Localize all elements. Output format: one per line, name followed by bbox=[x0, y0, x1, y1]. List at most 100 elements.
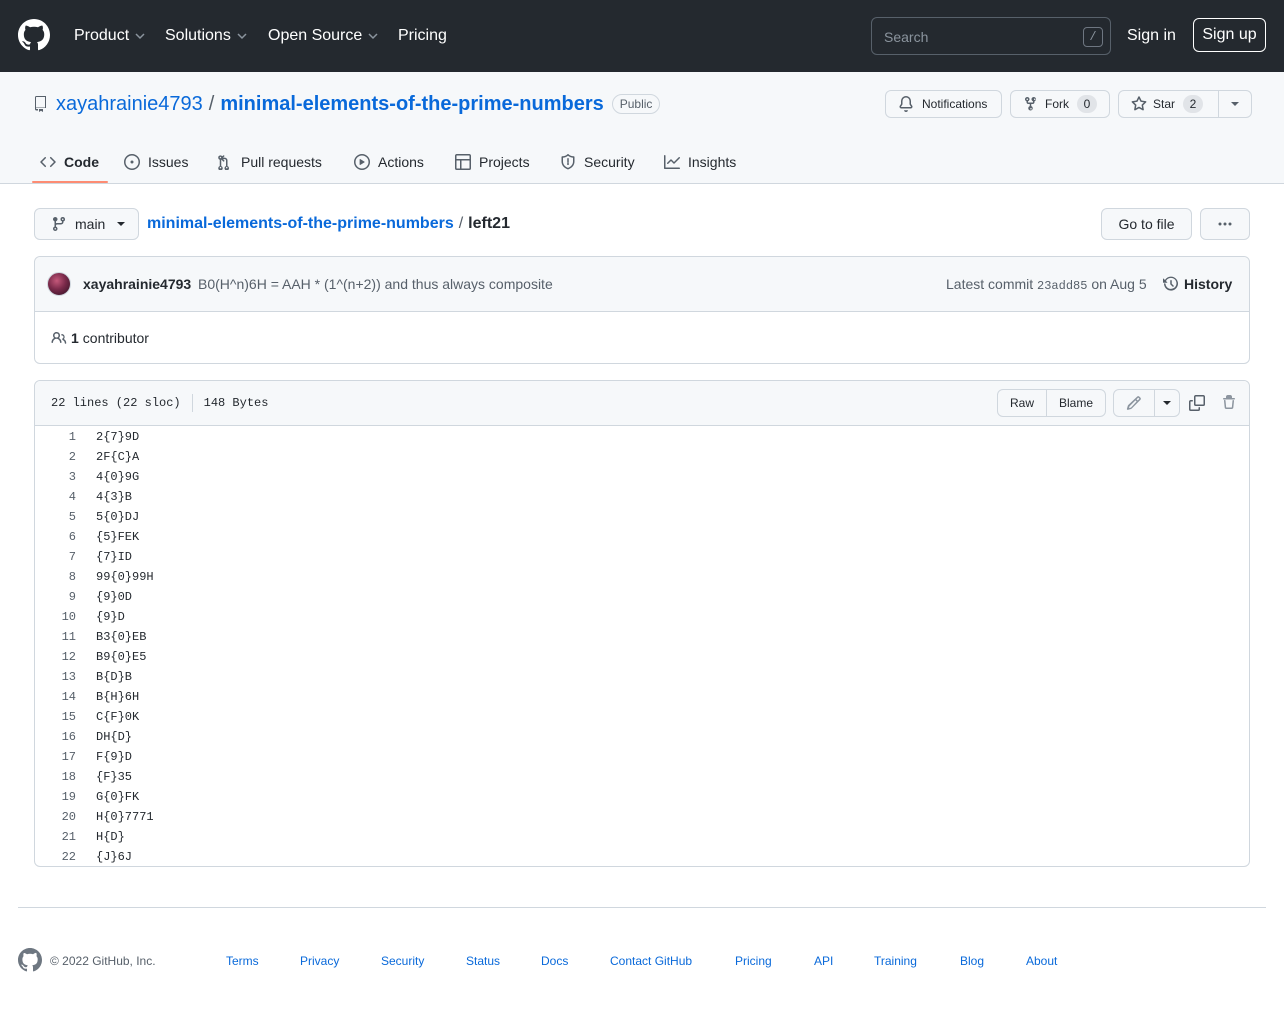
line-number[interactable]: 18 bbox=[35, 768, 76, 786]
line-number[interactable]: 7 bbox=[35, 548, 76, 566]
edit-file-button[interactable] bbox=[1114, 390, 1155, 416]
tab-pull-requests[interactable]: Pull requests bbox=[217, 140, 322, 184]
commit-message-link[interactable]: B0(H^n)6H = AAH * (1^(n+2)) and thus alw… bbox=[198, 275, 553, 293]
contributors-row[interactable]: 1 contributor bbox=[51, 329, 149, 347]
code-line: 5 5{0}DJ bbox=[35, 507, 1249, 527]
nav-product[interactable]: Product bbox=[74, 24, 145, 48]
footer-link-security[interactable]: Security bbox=[381, 954, 424, 968]
breadcrumb-repo-link[interactable]: minimal-elements-of-the-prime-numbers bbox=[147, 213, 454, 235]
star-button-group: Star 2 bbox=[1118, 90, 1252, 118]
breadcrumb-separator: / bbox=[458, 215, 464, 232]
code-line: 13 B{D}B bbox=[35, 667, 1249, 687]
repo-owner-link[interactable]: xayahrainie4793 bbox=[56, 91, 203, 117]
avatar[interactable] bbox=[47, 272, 71, 296]
branch-select-button[interactable]: main bbox=[34, 208, 139, 240]
line-number[interactable]: 1 bbox=[35, 428, 76, 446]
line-number[interactable]: 3 bbox=[35, 468, 76, 486]
line-content: H{D} bbox=[96, 830, 125, 844]
notifications-button[interactable]: Notifications bbox=[885, 90, 1002, 118]
line-number[interactable]: 12 bbox=[35, 648, 76, 666]
fork-button[interactable]: Fork 0 bbox=[1010, 90, 1110, 118]
footer-link-api[interactable]: API bbox=[814, 954, 833, 968]
star-dropdown-button[interactable] bbox=[1218, 91, 1251, 117]
line-number[interactable]: 14 bbox=[35, 688, 76, 706]
line-number[interactable]: 10 bbox=[35, 608, 76, 626]
line-number[interactable]: 2 bbox=[35, 448, 76, 466]
tab-projects[interactable]: Projects bbox=[455, 140, 530, 184]
line-number[interactable]: 15 bbox=[35, 708, 76, 726]
copy-icon[interactable] bbox=[1189, 395, 1205, 411]
commit-author-link[interactable]: xayahrainie4793 bbox=[83, 275, 191, 293]
tab-issues-label: Issues bbox=[148, 154, 189, 170]
raw-button[interactable]: Raw bbox=[998, 390, 1046, 416]
commit-sha-link[interactable]: 23add85 bbox=[1037, 279, 1087, 293]
go-to-file-button[interactable]: Go to file bbox=[1101, 208, 1192, 240]
line-number[interactable]: 5 bbox=[35, 508, 76, 526]
line-number[interactable]: 8 bbox=[35, 568, 76, 586]
tab-actions[interactable]: Actions bbox=[354, 140, 424, 184]
search-input[interactable] bbox=[884, 27, 1074, 47]
blame-button[interactable]: Blame bbox=[1046, 390, 1105, 416]
github-logo-icon[interactable] bbox=[18, 19, 50, 51]
footer-link-training[interactable]: Training bbox=[874, 954, 917, 968]
tab-code[interactable]: Code bbox=[40, 140, 99, 184]
line-number[interactable]: 11 bbox=[35, 628, 76, 646]
people-icon bbox=[51, 331, 67, 344]
tab-issues[interactable]: Issues bbox=[124, 140, 188, 184]
footer-link-pricing[interactable]: Pricing bbox=[735, 954, 772, 968]
breadcrumb-file-name: left21 bbox=[468, 215, 510, 232]
footer-link-terms[interactable]: Terms bbox=[226, 954, 259, 968]
footer-link-blog[interactable]: Blog bbox=[960, 954, 984, 968]
search-box[interactable]: / bbox=[871, 17, 1111, 55]
nav-open-source[interactable]: Open Source bbox=[268, 24, 378, 48]
nav-solutions[interactable]: Solutions bbox=[165, 24, 247, 48]
sign-up-button[interactable]: Sign up bbox=[1193, 18, 1266, 52]
star-button[interactable]: Star 2 bbox=[1131, 91, 1204, 117]
line-number[interactable]: 16 bbox=[35, 728, 76, 746]
line-number[interactable]: 9 bbox=[35, 588, 76, 606]
code-line: 20 H{0}7771 bbox=[35, 807, 1249, 827]
line-number[interactable]: 13 bbox=[35, 668, 76, 686]
repo-name-link[interactable]: minimal-elements-of-the-prime-numbers bbox=[220, 91, 603, 117]
code-line: 6 {5}FEK bbox=[35, 527, 1249, 547]
trash-icon[interactable] bbox=[1221, 395, 1237, 411]
code-line: 18 {F}35 bbox=[35, 767, 1249, 787]
history-link[interactable]: History bbox=[1163, 274, 1232, 294]
footer-link-privacy[interactable]: Privacy bbox=[300, 954, 339, 968]
edit-group bbox=[1113, 389, 1180, 417]
tab-pull-requests-label: Pull requests bbox=[241, 154, 322, 170]
line-number[interactable]: 17 bbox=[35, 748, 76, 766]
tab-insights[interactable]: Insights bbox=[664, 140, 736, 184]
line-content: {9}D bbox=[96, 610, 125, 624]
github-mark-icon[interactable] bbox=[18, 948, 42, 972]
tab-security[interactable]: Security bbox=[560, 140, 635, 184]
line-number[interactable]: 4 bbox=[35, 488, 76, 506]
line-number[interactable]: 21 bbox=[35, 828, 76, 846]
line-number[interactable]: 20 bbox=[35, 808, 76, 826]
chevron-down-icon bbox=[237, 33, 247, 40]
tab-projects-label: Projects bbox=[479, 154, 530, 170]
line-number[interactable]: 6 bbox=[35, 528, 76, 546]
repo-forked-icon bbox=[1025, 96, 1036, 111]
footer-link-about[interactable]: About bbox=[1026, 954, 1057, 968]
footer-link-status[interactable]: Status bbox=[466, 954, 500, 968]
file-viewer: 22 lines (22 sloc) 148 Bytes Raw Blame 1… bbox=[34, 380, 1250, 867]
nav-pricing[interactable]: Pricing bbox=[398, 24, 447, 48]
line-number[interactable]: 22 bbox=[35, 848, 76, 866]
nav-pricing-label: Pricing bbox=[398, 27, 447, 44]
code-line: 19 G{0}FK bbox=[35, 787, 1249, 807]
file-info-divider bbox=[191, 394, 193, 412]
global-header: Product Solutions Open Source Pricing / … bbox=[0, 0, 1284, 72]
line-content: B3{0}EB bbox=[96, 630, 147, 644]
footer-link-docs[interactable]: Docs bbox=[541, 954, 568, 968]
line-number[interactable]: 19 bbox=[35, 788, 76, 806]
triangle-down-icon bbox=[117, 222, 126, 226]
footer-link-contact[interactable]: Contact GitHub bbox=[610, 954, 692, 968]
repo-header: xayahrainie4793 / minimal-elements-of-th… bbox=[0, 72, 1284, 184]
more-options-button[interactable] bbox=[1200, 208, 1250, 240]
footer-divider bbox=[18, 907, 1266, 908]
edit-dropdown-button[interactable] bbox=[1155, 390, 1179, 416]
sign-in-link[interactable]: Sign in bbox=[1127, 24, 1176, 48]
file-info: 22 lines (22 sloc) 148 Bytes bbox=[51, 394, 268, 412]
line-content: {5}FEK bbox=[96, 530, 140, 544]
